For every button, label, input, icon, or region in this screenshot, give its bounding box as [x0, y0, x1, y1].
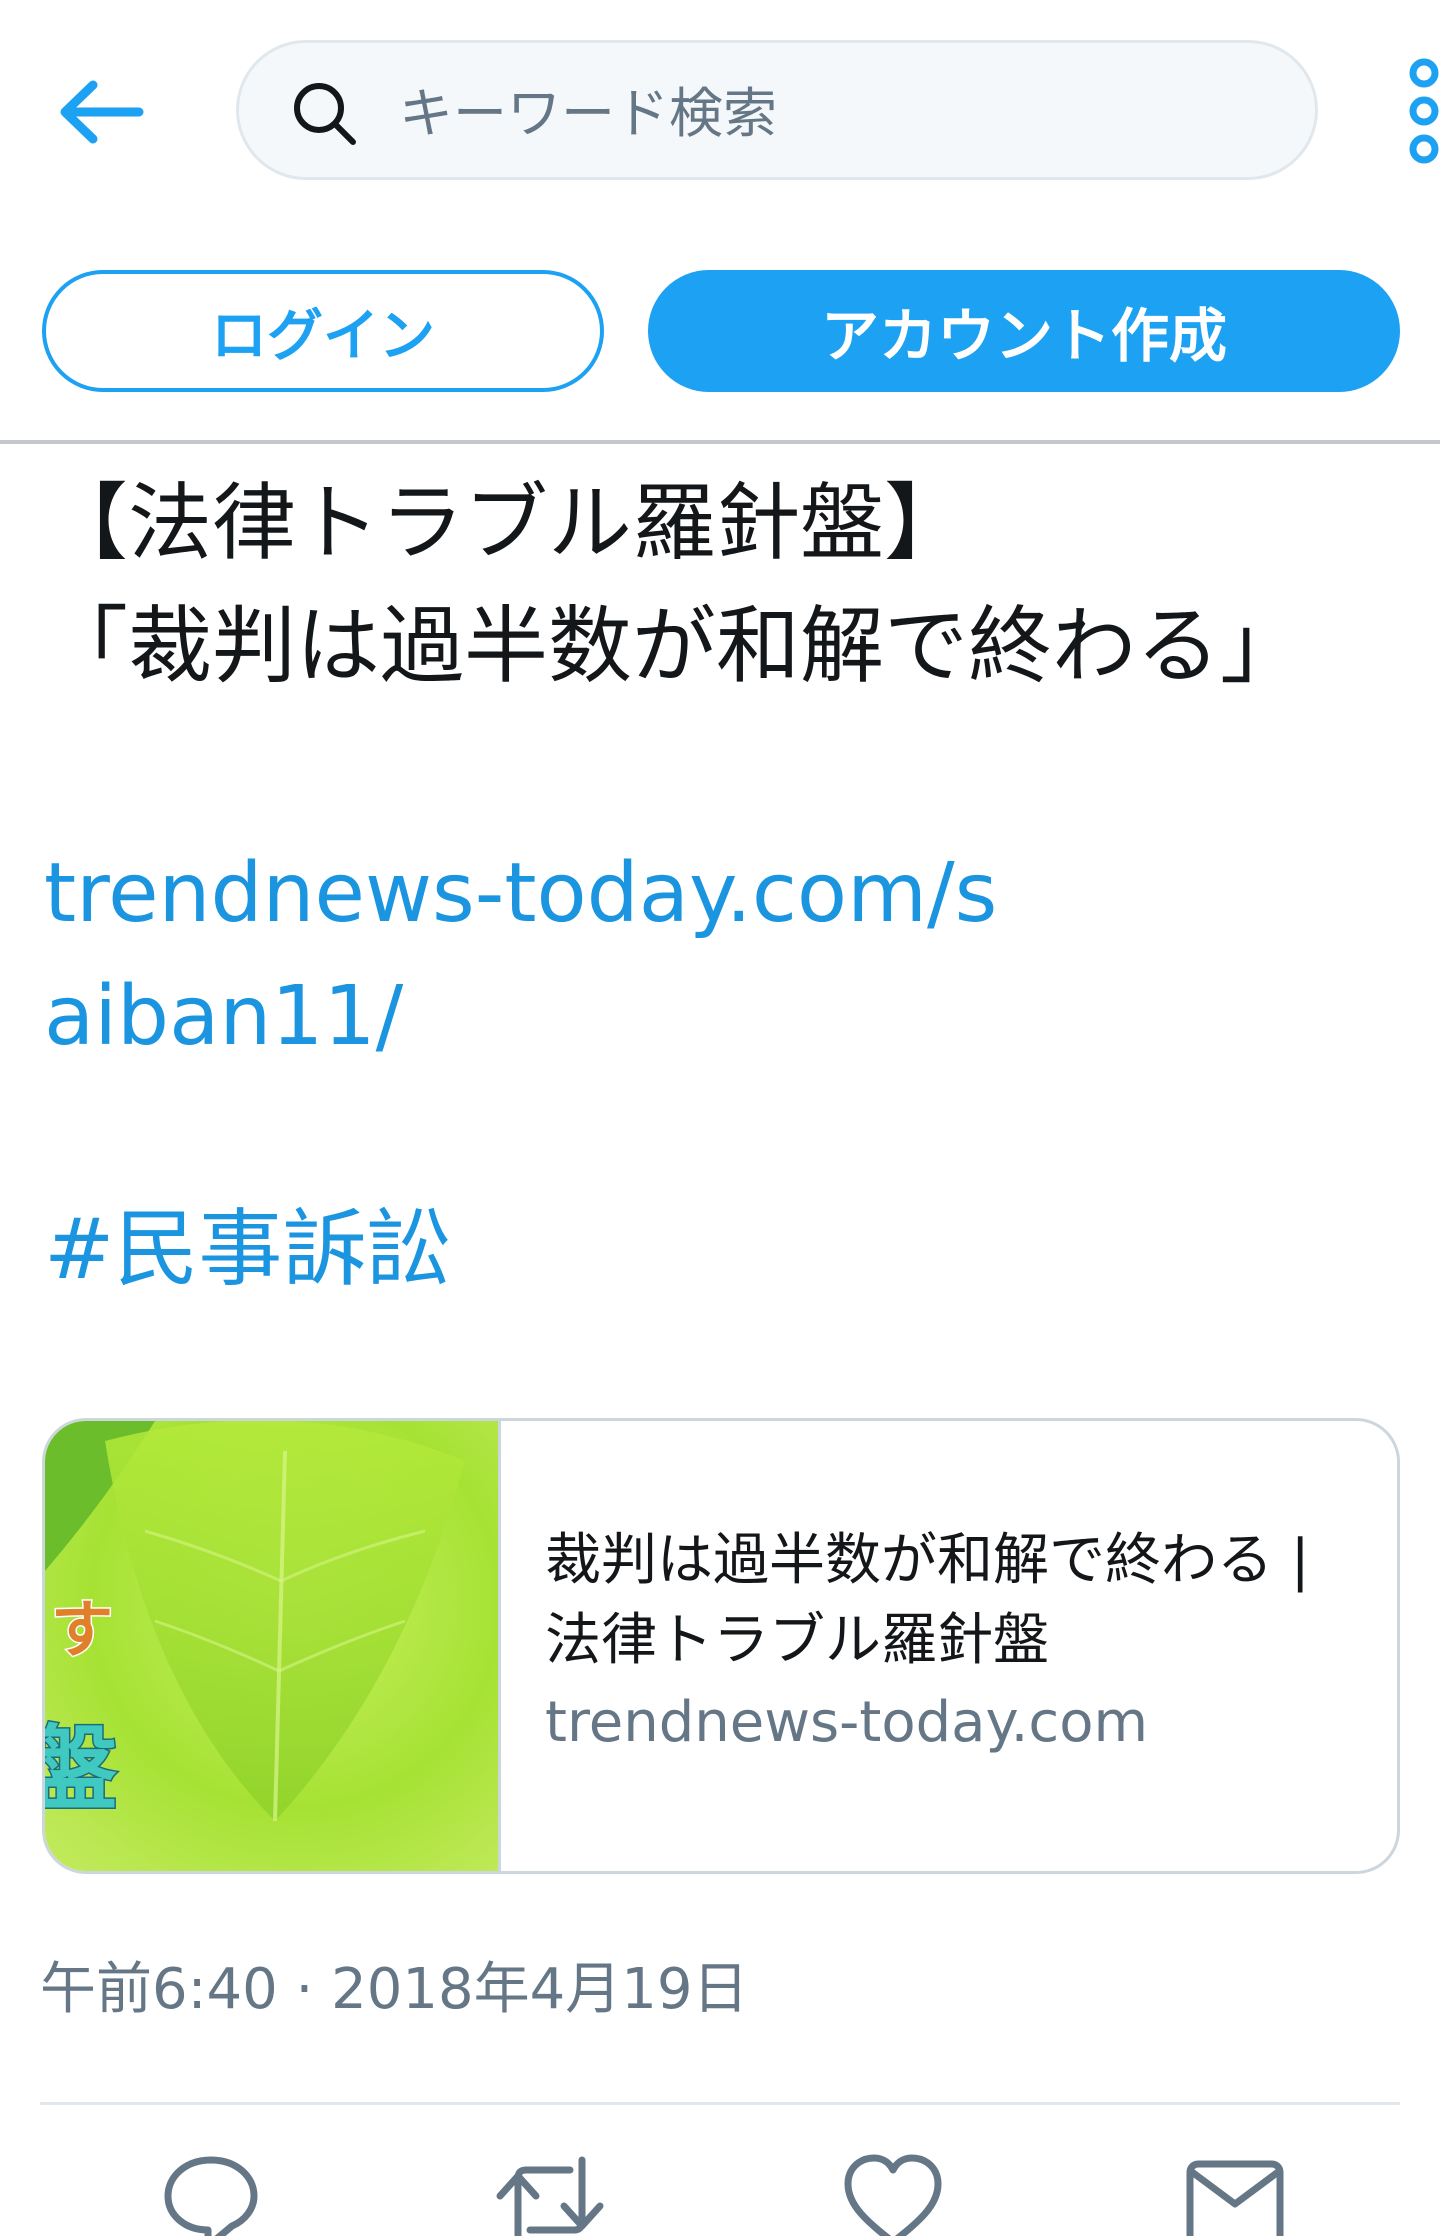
actions-divider: [40, 2102, 1400, 2105]
message-button[interactable]: [1180, 2150, 1290, 2236]
envelope-icon: [1186, 2160, 1284, 2236]
reply-icon: [164, 2156, 258, 2236]
link-preview-card[interactable]: す 盤 裁判は過半数が和解で終わる | 法律トラブル羅針盤 trendnews-…: [42, 1418, 1400, 1874]
svg-text:す: す: [51, 1593, 113, 1666]
more-vertical-icon: [1409, 58, 1439, 164]
tweet-text: 【法律トラブル羅針盤】 「裁判は過半数が和解で終わる」: [44, 474, 1305, 695]
tweet-link[interactable]: trendnews-today.com/saiban11/: [44, 832, 1044, 1078]
like-button[interactable]: [838, 2150, 948, 2236]
auth-buttons: ログイン アカウント作成: [0, 270, 1440, 392]
signup-button[interactable]: アカウント作成: [648, 270, 1400, 392]
reply-button[interactable]: [156, 2150, 266, 2236]
search-icon: [294, 83, 356, 145]
login-button[interactable]: ログイン: [42, 270, 604, 392]
leaf-image: す 盤: [45, 1421, 498, 1871]
heart-icon: [844, 2154, 942, 2236]
header-divider: [0, 440, 1440, 444]
search-box[interactable]: [236, 40, 1318, 180]
card-domain: trendnews-today.com: [545, 1690, 1149, 1755]
search-input[interactable]: [399, 63, 1279, 163]
retweet-icon: [496, 2156, 604, 2236]
tweet-actions: [0, 2150, 1440, 2236]
hashtag-link[interactable]: #民事訴訟: [44, 1188, 450, 1311]
card-thumbnail: す 盤: [45, 1421, 501, 1871]
top-bar: [0, 0, 1440, 220]
retweet-button[interactable]: [490, 2150, 604, 2236]
card-body: 裁判は過半数が和解で終わる | 法律トラブル羅針盤 trendnews-toda…: [545, 1521, 1365, 1763]
card-title: 裁判は過半数が和解で終わる | 法律トラブル羅針盤: [545, 1528, 1310, 1673]
svg-text:盤: 盤: [45, 1716, 117, 1823]
back-button[interactable]: [44, 62, 156, 162]
more-options-button[interactable]: [1396, 56, 1440, 166]
arrow-left-icon: [60, 80, 144, 144]
tweet-timestamp[interactable]: 午前6:40 · 2018年4月19日: [40, 1950, 749, 2030]
